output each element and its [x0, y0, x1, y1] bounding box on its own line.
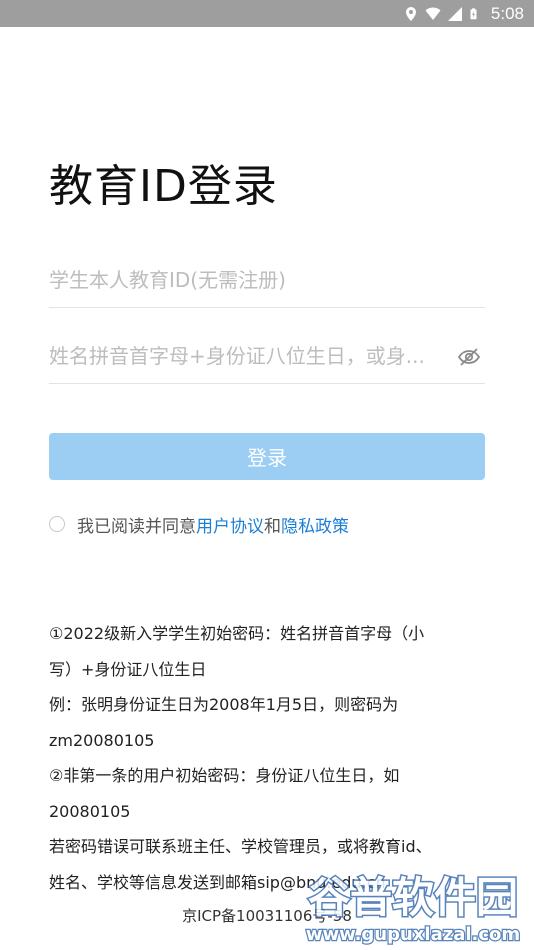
- status-time: 5:08: [490, 4, 524, 23]
- page-title: 教育ID登录: [49, 161, 278, 212]
- eye-off-icon[interactable]: [457, 345, 481, 369]
- watermark-name: 谷普软件园: [308, 873, 518, 922]
- watermark-url: www.gupuxlazal.com: [306, 924, 520, 945]
- instruction-line: 20080105: [49, 801, 131, 821]
- password-input[interactable]: [49, 333, 449, 379]
- status-bar: 5:08: [0, 0, 534, 27]
- battery-charging-icon: [470, 8, 477, 20]
- instruction-line: 例：张明身份证生日为2008年1月5日，则密码为: [49, 695, 399, 714]
- instruction-line: 若密码错误可联系班主任、学校管理员，或将教育id、: [49, 837, 432, 856]
- instruction-line: ②非第一条的用户初始密码：身份证八位生日，如: [49, 766, 400, 785]
- password-field: [49, 333, 485, 384]
- status-icons: 5:08: [403, 4, 524, 24]
- wifi-icon: [425, 7, 441, 20]
- location-icon: [405, 7, 416, 21]
- instruction-line: zm20080105: [49, 730, 155, 750]
- agreement-and: 和: [264, 516, 281, 537]
- agreement-prefix: 我已阅读并同意: [77, 516, 196, 537]
- education-id-input[interactable]: [49, 257, 449, 303]
- instruction-line: ①2022级新入学学生初始密码：姓名拼音首字母（小: [49, 624, 425, 643]
- instruction-line: 写）+身份证八位生日: [49, 659, 207, 679]
- agreement-checkbox[interactable]: [49, 516, 65, 532]
- id-field: [49, 257, 485, 308]
- password-instructions: ①2022级新入学学生初始密码：姓名拼音首字母（小 写）+身份证八位生日 例：张…: [49, 616, 489, 900]
- agreement-row: 我已阅读并同意 用户协议 和 隐私政策: [49, 512, 349, 537]
- user-agreement-link[interactable]: 用户协议: [196, 512, 264, 537]
- signal-icon: [447, 7, 462, 21]
- privacy-policy-link[interactable]: 隐私政策: [281, 512, 349, 537]
- login-button[interactable]: 登录: [49, 433, 485, 480]
- watermark-logo: 谷普软件园 www.gupuxlazal.com: [305, 872, 522, 947]
